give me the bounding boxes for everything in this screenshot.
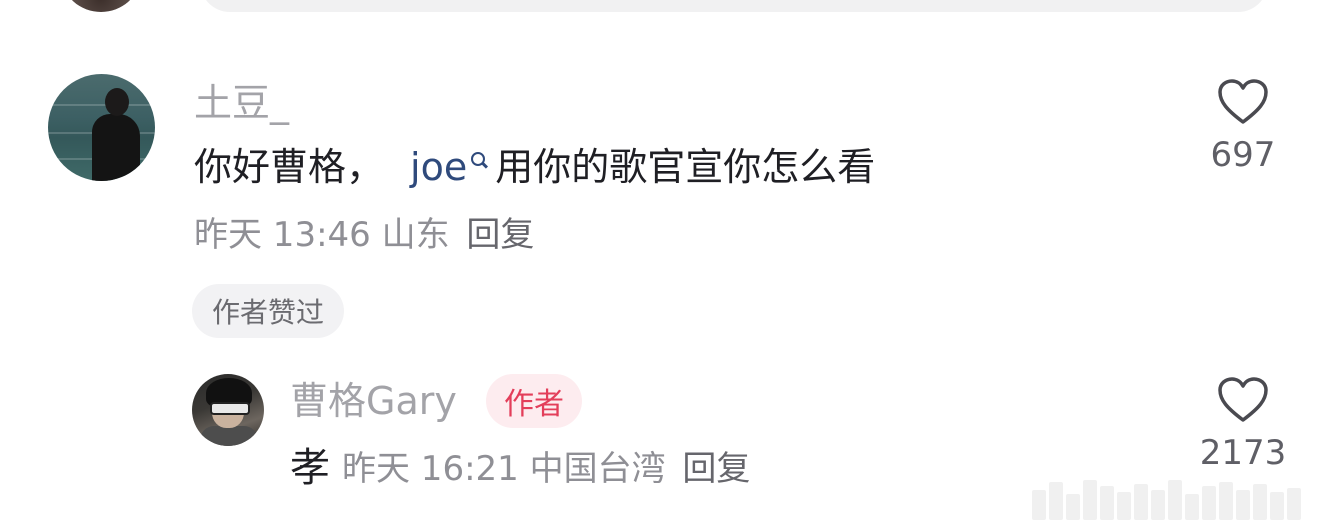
comment-text-before: 你好曹格， xyxy=(194,145,385,189)
comment-section: 土豆_ 你好曹格， joe 用你的歌官宣你怎么看 昨天 13:46 山东 回复 作者… xyxy=(0,0,1320,532)
reply-button[interactable]: 回复 xyxy=(466,215,534,255)
author-liked-badge: 作者赞过 xyxy=(192,284,345,338)
avatar[interactable] xyxy=(192,374,264,446)
comment-time: 昨天 13:46 xyxy=(194,215,371,255)
comment-text: 你好曹格， joe 用你的歌官宣你怎么看 xyxy=(194,145,876,190)
mention-label[interactable]: joe xyxy=(410,145,467,189)
like-button[interactable]: 697 xyxy=(1188,78,1298,172)
watermark xyxy=(1032,476,1312,520)
heart-outline-icon[interactable] xyxy=(1217,376,1269,424)
reply-location: 中国台湾 xyxy=(529,449,666,489)
avatar[interactable] xyxy=(48,74,155,181)
avatar[interactable] xyxy=(62,0,140,12)
reply-username[interactable]: 曹格Gary xyxy=(290,382,457,420)
reply-time: 昨天 16:21 xyxy=(342,449,519,489)
like-count: 697 xyxy=(1210,135,1276,175)
comment-username[interactable]: 土豆_ xyxy=(194,84,289,122)
mention-link[interactable]: joe xyxy=(410,145,495,189)
comment-meta: 昨天 13:46 山东 回复 xyxy=(194,218,534,252)
search-icon xyxy=(469,150,487,172)
reply-button[interactable]: 回复 xyxy=(682,449,750,489)
comment-bubble xyxy=(200,0,1268,12)
like-button[interactable]: 2173 xyxy=(1188,376,1298,470)
comment-location: 山东 xyxy=(381,215,450,255)
like-count: 2173 xyxy=(1199,433,1287,473)
heart-outline-icon[interactable] xyxy=(1217,78,1269,126)
comment-text-after: 用你的歌官宣你怎么看 xyxy=(495,145,876,189)
reply-meta: 昨天 16:21 中国台湾 回复 xyxy=(342,452,750,486)
author-badge: 作者 xyxy=(486,374,582,428)
reply-text: 孝 xyxy=(290,445,330,491)
